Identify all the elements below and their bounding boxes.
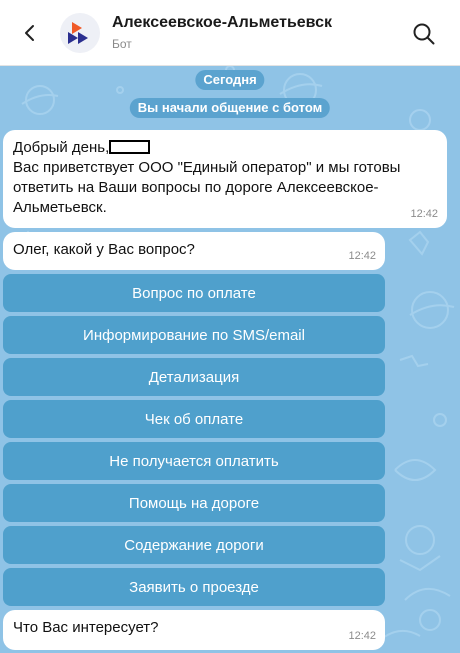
search-icon xyxy=(413,23,435,45)
keyboard-button-payment-question[interactable]: Вопрос по оплате xyxy=(3,274,385,312)
message-text: Что Вас интересует? xyxy=(13,619,159,636)
back-button[interactable] xyxy=(14,17,46,49)
keyboard-button-road-maintenance[interactable]: Содержание дороги xyxy=(3,526,385,564)
chat-title[interactable]: Алексеевское-Альметьевск xyxy=(112,14,332,32)
redacted-name xyxy=(109,140,151,154)
chat-header: Алексеевское-Альметьевск Бот xyxy=(0,0,460,66)
bot-logo-icon xyxy=(68,22,88,44)
keyboard-button-details[interactable]: Детализация xyxy=(3,358,385,396)
message-text: Вас приветствует ООО "Единый оператор" и… xyxy=(13,159,401,216)
keyboard-button-sms-email[interactable]: Информирование по SMS/email xyxy=(3,316,385,354)
message-bubble: Добрый день, Вас приветствует ООО "Едины… xyxy=(3,130,447,228)
message-greeting-line: Добрый день, xyxy=(13,138,437,158)
avatar[interactable] xyxy=(60,13,100,53)
message-time: 12:42 xyxy=(410,208,438,220)
chat-subtitle: Бот xyxy=(112,37,132,51)
search-button[interactable] xyxy=(408,18,440,50)
date-divider: Сегодня xyxy=(195,70,265,90)
keyboard-button-payment-failed[interactable]: Не получается оплатить xyxy=(3,442,385,480)
chevron-left-icon xyxy=(25,25,34,41)
message-bubble: Олег, какой у Вас вопрос? 12:42 xyxy=(3,232,385,270)
chat-window: Алексеевское-Альметьевск Бот Сегодня Вы … xyxy=(0,0,460,653)
message-text: Олег, какой у Вас вопрос? xyxy=(13,241,195,258)
keyboard-button-road-help[interactable]: Помощь на дороге xyxy=(3,484,385,522)
message-time: 12:42 xyxy=(348,630,376,642)
service-message: Вы начали общение с ботом xyxy=(129,98,331,118)
message-time: 12:42 xyxy=(348,250,376,262)
message-bubble: Что Вас интересует? 12:42 xyxy=(3,610,385,650)
keyboard-button-receipt[interactable]: Чек об оплате xyxy=(3,400,385,438)
keyboard-button-report-trip[interactable]: Заявить о проезде xyxy=(3,568,385,606)
